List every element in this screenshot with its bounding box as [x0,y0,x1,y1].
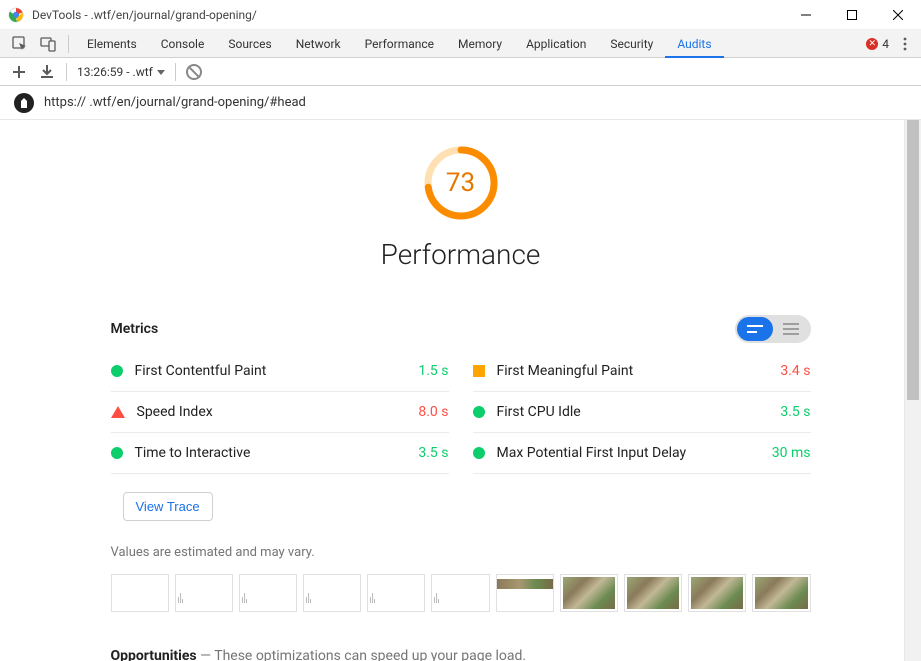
score-gauge: 73 [422,144,500,222]
minimize-button[interactable] [783,0,829,30]
estimate-note: Values are estimated and may vary. [111,545,811,560]
metric-name: Time to Interactive [135,445,419,461]
devtools-tabs: Elements Console Sources Network Perform… [75,30,724,57]
separator [66,63,67,81]
more-menu-icon[interactable] [895,37,915,51]
metrics-view-compact[interactable] [737,317,773,341]
metric-value: 3.5 s [780,404,810,420]
metric-name: Speed Index [137,404,419,420]
status-pass-icon [111,447,123,459]
clear-icon[interactable] [186,64,202,80]
metric-row[interactable]: Speed Index 8.0 s [111,392,449,433]
error-icon: ✕ [866,38,878,50]
audit-url-bar: https:// .wtf/en/journal/grand-opening/#… [0,86,921,120]
score-value: 73 [422,144,500,222]
error-count-badge[interactable]: ✕ 4 [866,37,889,51]
filmstrip-frame[interactable] [367,574,425,612]
metric-name: First Contentful Paint [135,363,419,379]
error-count: 4 [882,37,889,51]
metric-value: 3.5 s [418,445,448,461]
separator [175,63,176,81]
score-gauge-section: 73 Performance [111,130,811,279]
metric-value: 3.4 s [780,363,810,379]
filmstrip-frame[interactable] [303,574,361,612]
metric-name: Max Potential First Input Delay [497,445,772,461]
report-body: 73 Performance Metrics First Contentful [0,120,921,661]
filmstrip-frame[interactable] [239,574,297,612]
status-pass-icon [473,447,485,459]
dropdown-caret-icon [157,70,165,75]
tab-performance[interactable]: Performance [353,30,446,57]
tab-network[interactable]: Network [284,30,353,57]
audits-toolbar: 13:26:59 - .wtf [0,58,921,86]
filmstrip-frame[interactable] [560,574,618,612]
separator [68,35,69,53]
close-button[interactable] [875,0,921,30]
report-selector[interactable]: 13:26:59 - .wtf [77,65,165,79]
window-title: DevTools - .wtf/en/journal/grand-opening… [32,8,783,22]
filmstrip-frame[interactable] [175,574,233,612]
metrics-view-toggle [735,315,811,343]
filmstrip-frame[interactable] [496,574,554,612]
metric-value: 30 ms [772,445,811,461]
metric-value: 8.0 s [418,404,448,420]
metric-row[interactable]: Time to Interactive 3.5 s [111,433,449,474]
metric-row[interactable]: First Contentful Paint 1.5 s [111,351,449,392]
metrics-view-expanded[interactable] [773,317,809,341]
inspect-element-icon[interactable] [6,30,34,58]
tab-elements[interactable]: Elements [75,30,149,57]
status-pass-icon [473,406,485,418]
filmstrip [111,574,811,612]
metrics-header: Metrics [111,315,811,343]
metric-row[interactable]: Max Potential First Input Delay 30 ms [473,433,811,474]
tab-audits[interactable]: Audits [665,30,723,57]
device-toolbar-icon[interactable] [34,30,62,58]
lighthouse-icon [14,93,34,113]
status-average-icon [473,365,485,377]
status-pass-icon [111,365,123,377]
tab-console[interactable]: Console [149,30,217,57]
tab-application[interactable]: Application [514,30,598,57]
opportunities-title: Opportunities [111,648,197,661]
view-trace-button[interactable]: View Trace [123,492,213,521]
status-fail-icon [111,406,125,418]
filmstrip-frame[interactable] [688,574,746,612]
window-controls [783,0,921,30]
filmstrip-frame[interactable] [624,574,682,612]
category-title: Performance [111,238,811,271]
filmstrip-frame[interactable] [111,574,169,612]
download-icon[interactable] [38,63,56,81]
metric-name: First CPU Idle [497,404,781,420]
devtools-tabbar: Elements Console Sources Network Perform… [0,30,921,58]
metric-row[interactable]: First Meaningful Paint 3.4 s [473,351,811,392]
tab-security[interactable]: Security [598,30,665,57]
opportunities-subtitle: — These optimizations can speed up your … [197,648,526,661]
new-audit-icon[interactable] [10,63,28,81]
tab-sources[interactable]: Sources [216,30,283,57]
metric-row[interactable]: First CPU Idle 3.5 s [473,392,811,433]
metrics-grid: First Contentful Paint 1.5 s Speed Index… [111,351,811,474]
window-titlebar: DevTools - .wtf/en/journal/grand-opening… [0,0,921,30]
filmstrip-frame[interactable] [431,574,489,612]
maximize-button[interactable] [829,0,875,30]
opportunities-header: Opportunities — These optimizations can … [111,648,811,661]
metric-name: First Meaningful Paint [497,363,781,379]
tab-memory[interactable]: Memory [446,30,514,57]
chrome-icon [8,7,24,23]
filmstrip-frame[interactable] [752,574,810,612]
audit-url: https:// .wtf/en/journal/grand-opening/#… [44,95,306,110]
metric-value: 1.5 s [418,363,448,379]
metrics-title: Metrics [111,321,159,337]
